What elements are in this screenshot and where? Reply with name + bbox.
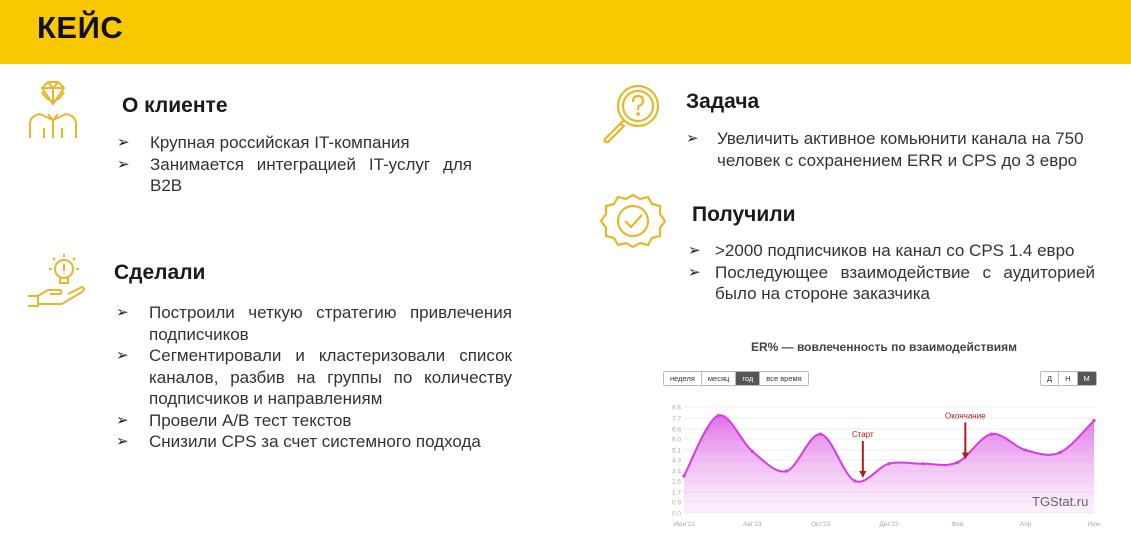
data-point — [1092, 418, 1096, 423]
x-tick-label: Авг'23 — [743, 521, 762, 528]
client-list: ➢ Крупная российская IT-компания ➢ Занимае… — [117, 132, 472, 197]
check-badge-icon — [600, 193, 666, 249]
data-point — [887, 462, 891, 466]
list-item: ➢ Увеличить активное комьюнити канала на … — [686, 129, 1084, 170]
bullet-arrow-icon: ➢ — [117, 155, 130, 173]
client-title: О клиенте — [122, 94, 228, 117]
bullet-arrow-icon: ➢ — [116, 411, 129, 429]
data-point — [1024, 448, 1028, 452]
list-item: ➢ Сегментировали и кластеризовали список … — [116, 346, 512, 408]
y-tick-label: 0.9 — [672, 499, 681, 506]
bullet-arrow-icon: ➢ — [688, 242, 701, 259]
list-item: ➢ Крупная российская IT-компания — [117, 133, 410, 152]
list-item: ➢ Построили четкую стратегию привлечения … — [116, 303, 512, 344]
data-point — [989, 432, 994, 436]
x-tick-label: Июн — [1087, 521, 1101, 528]
header-bar: КЕЙС — [0, 0, 1131, 64]
bullet-arrow-icon: ➢ — [688, 263, 701, 281]
x-tick-label: Окт'23 — [811, 521, 831, 528]
bullet-arrow-icon: ➢ — [116, 347, 129, 364]
list-item: ➢ Занимается интеграцией IT-услуг для B2B — [117, 154, 472, 196]
data-point — [784, 469, 789, 473]
y-tick-label: 7.7 — [672, 416, 681, 423]
task-title: Задача — [686, 90, 760, 113]
data-point — [750, 449, 754, 453]
y-tick-label: 1.7 — [672, 490, 681, 497]
data-point — [853, 479, 857, 483]
list-item: ➢ Снизили CPS за счет системного подхода — [116, 432, 481, 451]
y-tick-label: 6.0 — [672, 437, 681, 444]
bullet-arrow-icon: ➢ — [116, 433, 129, 450]
data-point — [955, 460, 959, 465]
page-title: КЕЙС — [37, 10, 124, 45]
y-tick-label: 8.6 — [672, 405, 681, 412]
bullet-arrow-icon: ➢ — [686, 130, 699, 147]
y-tick-label: 6.8 — [672, 427, 681, 434]
y-tick-label: 2.6 — [672, 478, 681, 485]
data-point — [819, 432, 823, 436]
lightbulb-hand-icon — [28, 254, 85, 307]
result-title: Получили — [692, 203, 796, 226]
list-item: ➢ >2000 подписчиков на канал со CPS 1.4 е… — [688, 241, 1075, 260]
x-tick-label: Июн'23 — [673, 521, 695, 528]
list-item: ➢ Последующее взаимодействие с аудиторией… — [688, 262, 1095, 304]
businessman-diamond-icon — [29, 81, 77, 138]
bullet-arrow-icon: ➢ — [116, 304, 129, 321]
result-list: ➢ >2000 подписчиков на канал со CPS 1.4 е… — [688, 240, 1095, 305]
done-title: Сделали — [114, 261, 206, 284]
x-tick-label: Фев — [951, 521, 964, 528]
annotation-label: Старт — [852, 430, 874, 439]
bullet-arrow-icon: ➢ — [117, 134, 130, 151]
x-tick-label: Дек'23 — [879, 521, 899, 528]
data-point — [716, 414, 720, 418]
annotation-arrowhead — [859, 470, 867, 478]
data-point — [1058, 451, 1062, 455]
y-tick-label: 4.3 — [672, 458, 681, 465]
x-tick-label: Апр — [1020, 521, 1032, 528]
annotation-label: Окончание — [945, 411, 986, 420]
data-point — [682, 474, 686, 478]
task-list: ➢ Увеличить активное комьюнити канала на … — [686, 128, 1091, 171]
watermark: TGStat.ru — [1032, 494, 1089, 509]
list-item: ➢ Провели A/B тест текстов — [116, 410, 352, 430]
magnifier-question-icon — [603, 84, 660, 144]
y-tick-label: 3.4 — [672, 469, 681, 476]
y-tick-label: 0.0 — [672, 511, 681, 518]
y-tick-label: 5.1 — [672, 448, 681, 455]
data-point — [921, 462, 925, 466]
done-list: ➢ Построили четкую стратегию привлечения … — [116, 302, 512, 453]
er-chart: ER% — вовлеченность по взаимодействиям н… — [660, 340, 1108, 535]
